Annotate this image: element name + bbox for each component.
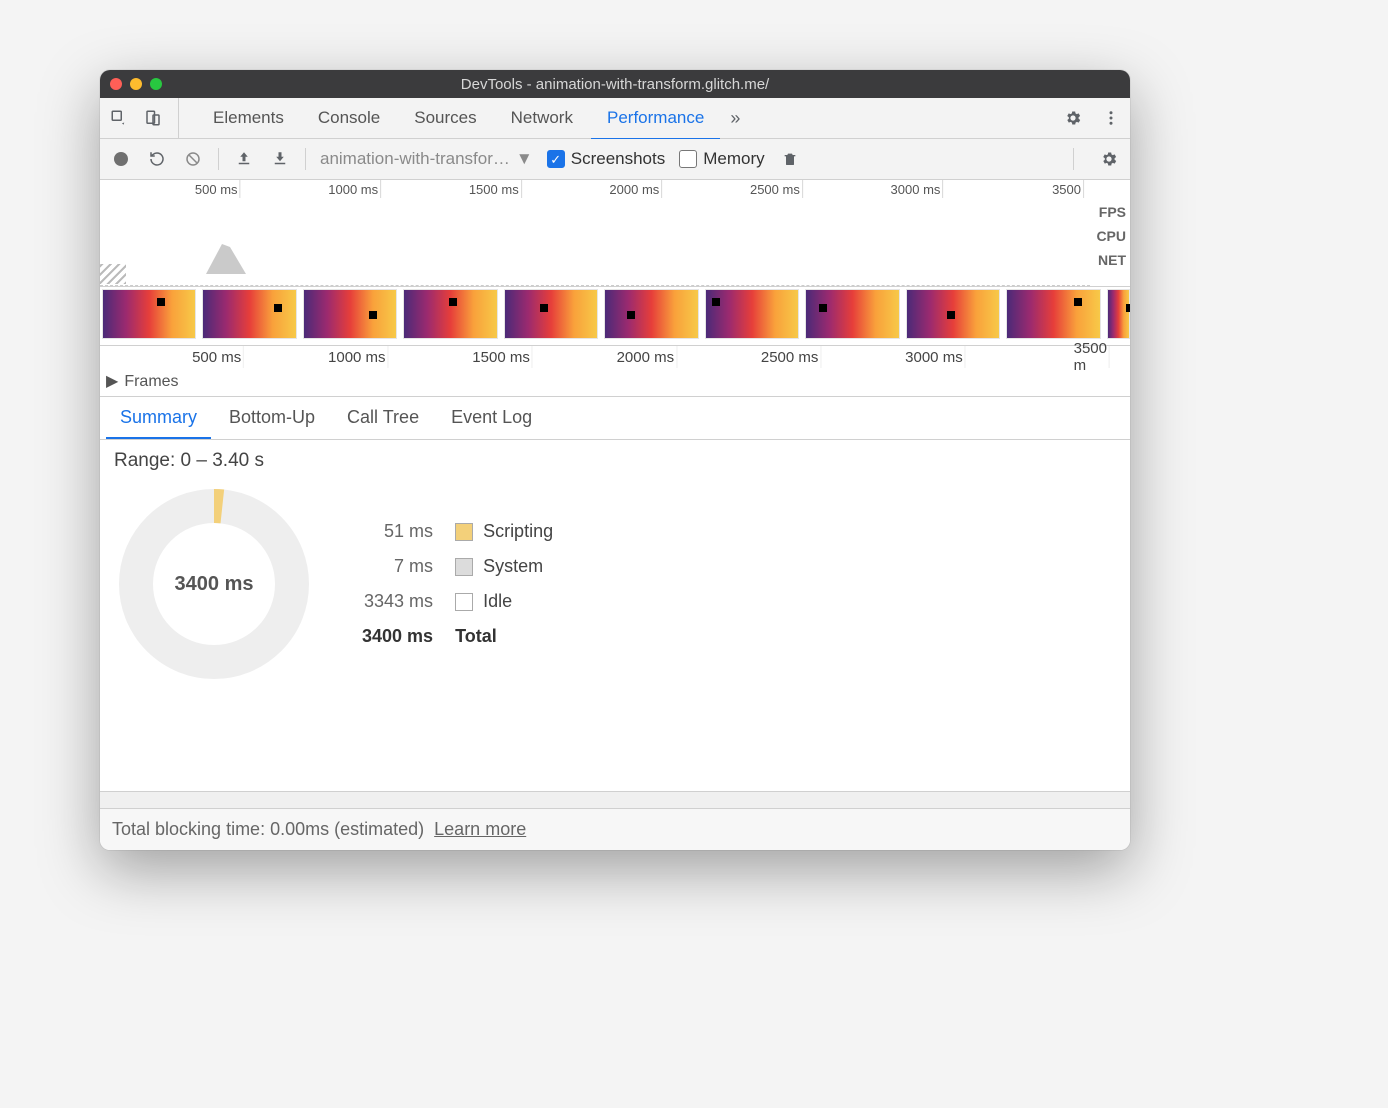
blocking-time-label: Total blocking time: 0.00ms (estimated) <box>112 819 424 839</box>
recording-name: animation-with-transfor… <box>320 149 510 169</box>
close-icon[interactable] <box>110 78 122 90</box>
detail-tab-bottom-up[interactable]: Bottom-Up <box>215 397 329 439</box>
tab-elements[interactable]: Elements <box>197 98 300 140</box>
ruler-tick: 500 ms <box>192 346 244 368</box>
legend-row: 3343 msIdle <box>352 585 563 618</box>
capture-settings-icon[interactable] <box>1098 148 1120 170</box>
detail-tab-call-tree[interactable]: Call Tree <box>333 397 433 439</box>
net-baseline <box>100 285 1090 286</box>
legend-row: 51 msScripting <box>352 515 563 548</box>
load-profile-icon[interactable] <box>233 148 255 170</box>
ruler-tick: 1500 ms <box>469 180 522 198</box>
legend-row: 7 msSystem <box>352 550 563 583</box>
donut-legend: 51 msScripting7 msSystem3343 msIdle3400 … <box>350 513 565 655</box>
reload-record-icon[interactable] <box>146 148 168 170</box>
minimize-icon[interactable] <box>130 78 142 90</box>
record-button[interactable] <box>110 148 132 170</box>
filmstrip-frame[interactable] <box>604 289 698 339</box>
detail-tab-summary[interactable]: Summary <box>106 397 211 439</box>
overview-ruler: 500 ms 1000 ms 1500 ms 2000 ms 2500 ms 3000 m… <box>100 180 1130 198</box>
activity-donut: 3400 ms <box>114 484 314 684</box>
filmstrip-frame[interactable] <box>403 289 497 339</box>
memory-checkbox[interactable]: Memory <box>679 149 764 169</box>
ruler-tick: 3000 ms <box>891 180 944 198</box>
settings-icon[interactable] <box>1062 107 1084 129</box>
detail-tab-event-log[interactable]: Event Log <box>437 397 546 439</box>
ruler-tick: 3500 <box>1052 180 1084 198</box>
devtools-window: DevTools - animation-with-transform.glit… <box>100 70 1130 850</box>
tab-sources[interactable]: Sources <box>398 98 492 140</box>
filmstrip-frame[interactable] <box>1107 289 1130 339</box>
save-profile-icon[interactable] <box>269 148 291 170</box>
before-record-marker <box>100 264 126 284</box>
cpu-activity-bump <box>206 244 246 274</box>
window-title: DevTools - animation-with-transform.glit… <box>100 76 1130 93</box>
filmstrip-frame[interactable] <box>303 289 397 339</box>
tab-network[interactable]: Network <box>495 98 589 140</box>
status-footer: Total blocking time: 0.00ms (estimated) … <box>100 808 1130 850</box>
filmstrip-frame[interactable] <box>705 289 799 339</box>
tab-console[interactable]: Console <box>302 98 396 140</box>
filmstrip-frame[interactable] <box>805 289 899 339</box>
frames-label: Frames <box>124 373 178 391</box>
ruler-tick: 1000 ms <box>328 180 381 198</box>
delete-profile-icon[interactable] <box>779 148 801 170</box>
flamechart-ruler: 500 ms 1000 ms 1500 ms 2000 ms 2500 ms 3000 m… <box>100 346 1130 368</box>
filmstrip-frame[interactable] <box>1006 289 1100 339</box>
ruler-tick: 500 ms <box>195 180 241 198</box>
learn-more-link[interactable]: Learn more <box>434 819 526 839</box>
performance-toolbar: animation-with-transfor… ▼ ✓ Screenshots… <box>100 139 1130 180</box>
filmstrip-frame[interactable] <box>202 289 296 339</box>
summary-pane: Range: 0 – 3.40 s 3400 ms 51 msScripting… <box>100 440 1130 791</box>
net-lane-label: NET <box>1096 252 1126 268</box>
ruler-tick: 2000 ms <box>609 180 662 198</box>
overview-panel[interactable]: 500 ms 1000 ms 1500 ms 2000 ms 2500 ms 3000 m… <box>100 180 1130 287</box>
ruler-tick: 2000 ms <box>617 346 678 368</box>
ruler-tick: 1000 ms <box>328 346 389 368</box>
screenshots-checkbox[interactable]: ✓ Screenshots <box>547 149 666 169</box>
recording-selector[interactable]: animation-with-transfor… ▼ <box>320 149 533 169</box>
screenshot-filmstrip[interactable] <box>100 287 1130 346</box>
checkbox-unchecked-icon <box>679 150 697 168</box>
ruler-tick: 2500 ms <box>761 346 822 368</box>
ruler-tick: 2500 ms <box>750 180 803 198</box>
filmstrip-frame[interactable] <box>906 289 1000 339</box>
donut-total: 3400 ms <box>114 484 314 684</box>
detail-tabstrip: SummaryBottom-UpCall TreeEvent Log <box>100 397 1130 440</box>
kebab-menu-icon[interactable] <box>1100 107 1122 129</box>
legend-total: 3400 msTotal <box>352 620 563 653</box>
main-tabstrip: ElementsConsoleSourcesNetworkPerformance… <box>100 98 1130 139</box>
frames-track[interactable]: ▶ Frames <box>100 368 1130 397</box>
titlebar: DevTools - animation-with-transform.glit… <box>100 70 1130 98</box>
device-toggle-icon[interactable] <box>142 107 164 129</box>
ruler-tick: 1500 ms <box>472 346 533 368</box>
ruler-tick: 3500 m <box>1074 346 1110 368</box>
clear-icon[interactable] <box>182 148 204 170</box>
chevron-down-icon: ▼ <box>516 149 533 169</box>
ruler-tick: 3000 ms <box>905 346 966 368</box>
tab-performance[interactable]: Performance <box>591 98 720 140</box>
tabs-overflow-icon[interactable]: » <box>730 108 740 129</box>
checkbox-checked-icon: ✓ <box>547 150 565 168</box>
filmstrip-frame[interactable] <box>504 289 598 339</box>
zoom-icon[interactable] <box>150 78 162 90</box>
filmstrip-frame[interactable] <box>102 289 196 339</box>
fps-lane-label: FPS <box>1096 204 1126 220</box>
expand-icon: ▶ <box>106 371 118 391</box>
inspect-icon[interactable] <box>108 107 130 129</box>
range-label: Range: 0 – 3.40 s <box>114 450 1116 472</box>
cpu-lane-label: CPU <box>1096 228 1126 244</box>
